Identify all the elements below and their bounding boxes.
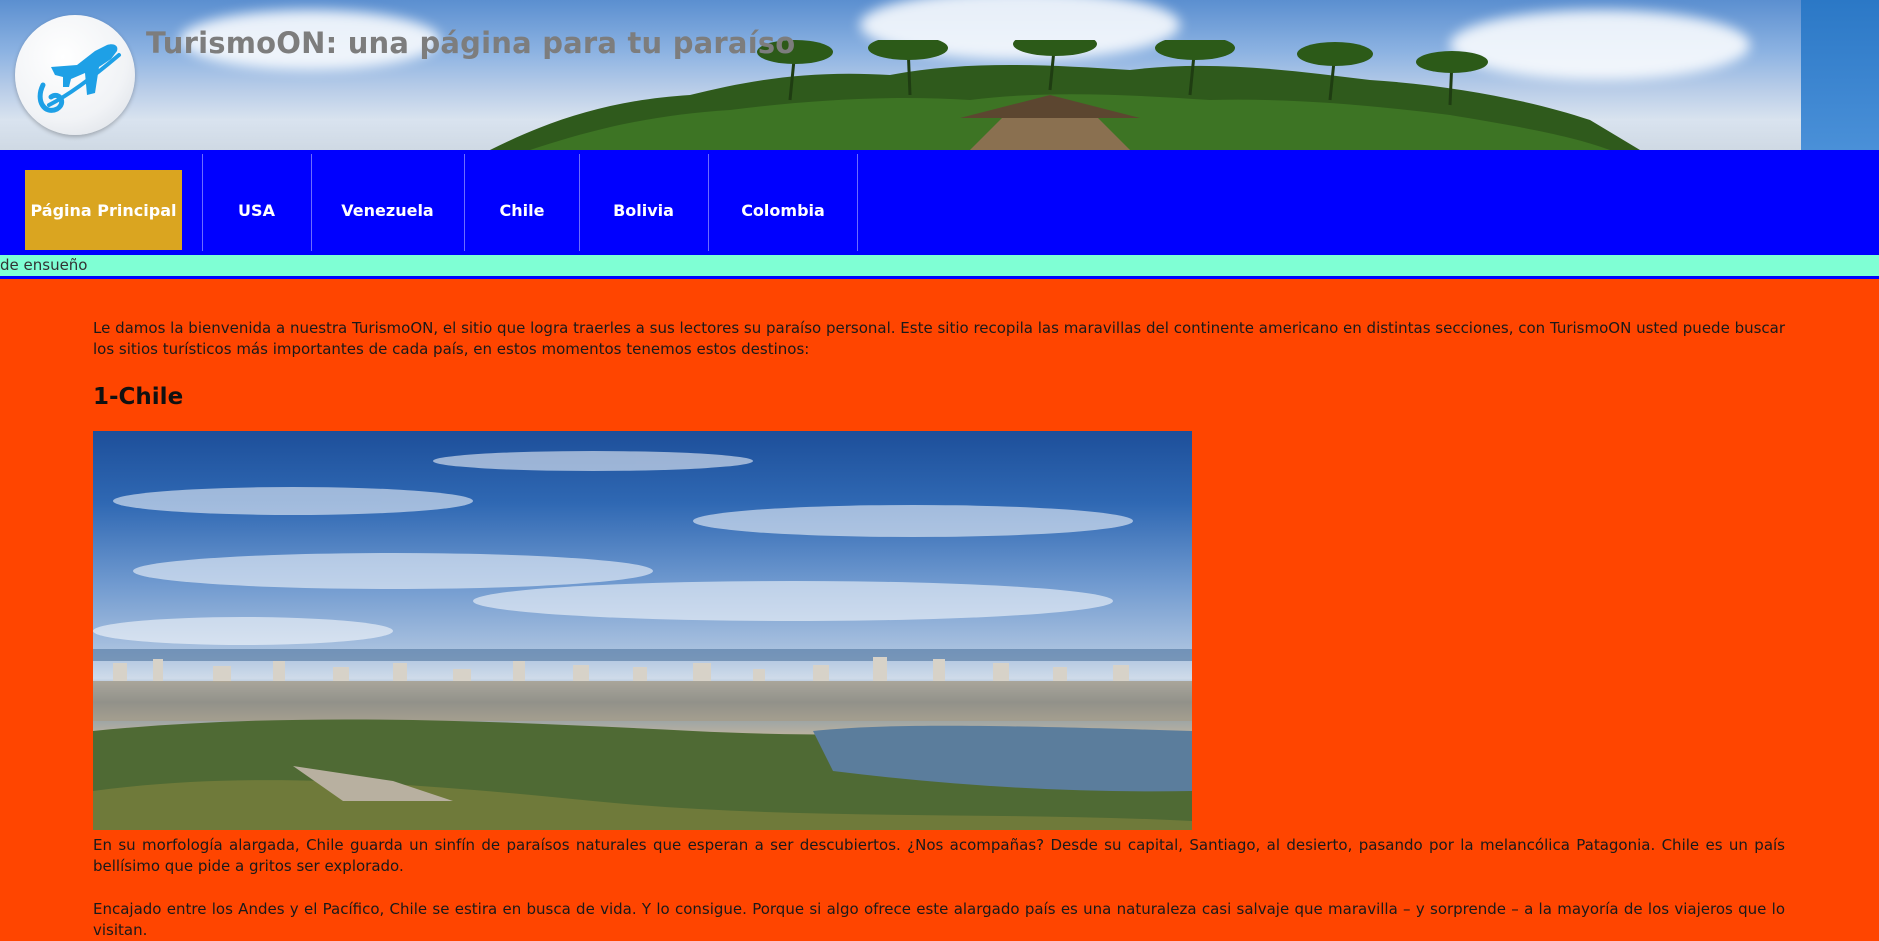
main-nav: Página Principal USA Venezuela Chile Bol…: [0, 150, 1879, 255]
main-content: Le damos la bienvenida a nuestra Turismo…: [93, 318, 1786, 939]
nav-item-chile[interactable]: Chile: [465, 170, 579, 250]
header-right-strip: [1801, 0, 1879, 150]
scrolling-ticker: de ensueño: [0, 255, 1879, 279]
nav-item-bolivia[interactable]: Bolivia: [580, 170, 707, 250]
chile-city-photo: [93, 431, 1192, 830]
nav-item-colombia[interactable]: Colombia: [709, 170, 857, 250]
logo[interactable]: [15, 15, 135, 135]
chile-paragraph-2: Encajado entre los Andes y el Pacífico, …: [93, 900, 1785, 939]
section-title: 1-Chile: [93, 384, 184, 410]
nav-item-venezuela[interactable]: Venezuela: [312, 170, 463, 250]
site-title: TurismoON: una página para tu paraíso: [146, 26, 796, 60]
chile-city-image: [93, 451, 1192, 830]
nav-item-usa[interactable]: USA: [203, 170, 310, 250]
airplane-logo-icon: [37, 44, 121, 113]
intro-paragraph: Le damos la bienvenida a nuestra Turismo…: [93, 319, 1786, 358]
chile-paragraph-1: En su morfología alargada, Chile guarda …: [93, 836, 1785, 875]
nav-divider: [857, 154, 858, 251]
nav-item-pagina-principal[interactable]: Página Principal: [25, 170, 182, 250]
ticker-text: de ensueño: [0, 256, 88, 274]
header-banner: TurismoON: una página para tu paraíso: [0, 0, 1879, 150]
